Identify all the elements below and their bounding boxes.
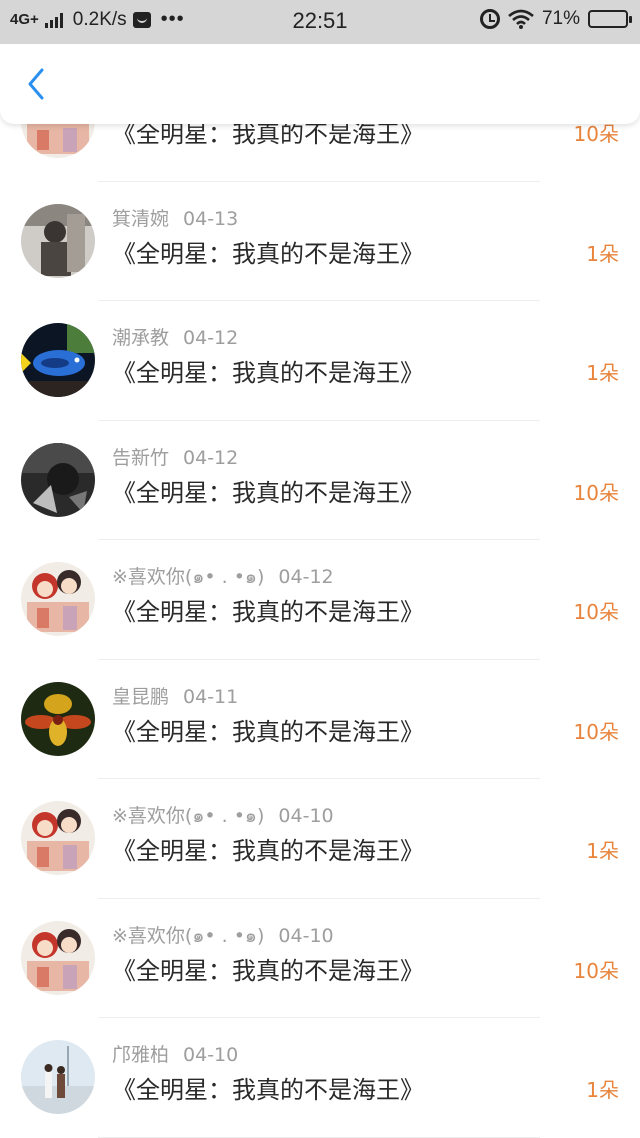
user-name: 邝雅柏 — [112, 1044, 170, 1066]
book-title: 《全明星：我真的不是海王》 — [112, 359, 424, 387]
gift-row-6[interactable]: 皇昆鹏 04-11 《全明星：我真的不是海王》 10朵 — [0, 660, 640, 779]
gift-row-7[interactable]: ※喜欢你(๑• . •๑) 04-10 《全明星：我真的不是海王》 1朵 — [0, 779, 640, 899]
flower-count: 10朵 — [573, 719, 619, 744]
row-meta: 邝雅柏 04-10 — [112, 1040, 238, 1067]
user-name: ※喜欢你(๑• . •๑) — [112, 924, 265, 947]
gift-row-4[interactable]: 告新竹 04-12 《全明星：我真的不是海王》 10朵 — [0, 421, 640, 540]
user-name: 告新竹 — [112, 446, 170, 469]
row-meta: 箕清婉 04-13 — [112, 204, 238, 231]
gift-date: 04-13 — [183, 207, 239, 230]
gift-list: 《全明星：我真的不是海王》 10朵 箕清婉 04-13 《全明星：我真的不是海王》… — [0, 62, 640, 1138]
row-meta: 皇昆鹏 04-11 — [112, 682, 238, 709]
book-title: 《全明星：我真的不是海王》 — [112, 239, 424, 268]
row-meta: ※喜欢你(๑• . •๑) 04-12 — [112, 562, 334, 592]
avatar — [21, 1040, 95, 1114]
user-name: 箕清婉 — [112, 207, 170, 230]
avatar — [21, 562, 95, 636]
battery-percent: 71% — [541, 8, 580, 29]
status-bar: 4G+ 0.2K/s ••• 22:51 71% — [0, 0, 640, 44]
flower-count: 1朵 — [586, 1078, 619, 1102]
book-title: 《全明星：我真的不是海王》 — [112, 956, 424, 985]
status-right: 71% — [479, 8, 632, 30]
gift-row-2[interactable]: 箕清婉 04-13 《全明星：我真的不是海王》 1朵 — [0, 182, 640, 301]
gift-date: 04-10 — [183, 1044, 239, 1066]
avatar — [21, 203, 95, 278]
gift-date: 04-11 — [183, 685, 239, 708]
flower-count: 1朵 — [586, 839, 619, 863]
flower-count: 10朵 — [573, 600, 619, 624]
flower-count: 1朵 — [586, 241, 619, 266]
user-name: ※喜欢你(๑• . •๑) — [112, 805, 265, 827]
book-title: 《全明星：我真的不是海王》 — [112, 717, 424, 746]
avatar — [21, 920, 95, 995]
row-meta: ※喜欢你(๑• . •๑) 04-10 — [112, 921, 334, 951]
divider — [98, 1136, 540, 1138]
flower-count: 10朵 — [573, 958, 619, 983]
gift-row-9[interactable]: 邝雅柏 04-10 《全明星：我真的不是海王》 1朵 — [0, 1018, 640, 1138]
avatar — [21, 442, 95, 517]
gift-date: 04-12 — [278, 566, 334, 588]
gift-date: 04-12 — [183, 446, 239, 469]
back-button[interactable] — [14, 62, 58, 106]
gift-date: 04-10 — [278, 805, 334, 827]
book-title: 《全明星：我真的不是海王》 — [112, 598, 424, 626]
flower-count: 10朵 — [573, 480, 619, 505]
user-name: 潮承教 — [112, 327, 170, 349]
user-name: 皇昆鹏 — [112, 685, 170, 708]
row-meta: 潮承教 04-12 — [112, 323, 238, 350]
wifi-icon — [508, 9, 534, 29]
chevron-left-icon — [28, 68, 44, 100]
nav-bar — [0, 44, 640, 124]
avatar — [21, 323, 95, 397]
book-title: 《全明星：我真的不是海王》 — [112, 1076, 424, 1104]
row-meta: ※喜欢你(๑• . •๑) 04-10 — [112, 801, 334, 831]
gift-row-3[interactable]: 潮承教 04-12 《全明星：我真的不是海王》 1朵 — [0, 301, 640, 421]
row-meta: 告新竹 04-12 — [112, 443, 238, 470]
flower-count: 1朵 — [586, 361, 619, 385]
book-title: 《全明星：我真的不是海王》 — [112, 478, 424, 507]
avatar — [21, 681, 95, 756]
gift-date: 04-12 — [183, 327, 239, 349]
user-name: ※喜欢你(๑• . •๑) — [112, 566, 265, 588]
avatar — [21, 801, 95, 875]
gift-date: 04-10 — [278, 924, 334, 947]
battery-icon — [588, 10, 632, 28]
alarm-icon — [479, 9, 500, 29]
gift-row-8[interactable]: ※喜欢你(๑• . •๑) 04-10 《全明星：我真的不是海王》 10朵 — [0, 899, 640, 1018]
gift-row-5[interactable]: ※喜欢你(๑• . •๑) 04-12 《全明星：我真的不是海王》 10朵 — [0, 540, 640, 660]
book-title: 《全明星：我真的不是海王》 — [112, 837, 424, 865]
